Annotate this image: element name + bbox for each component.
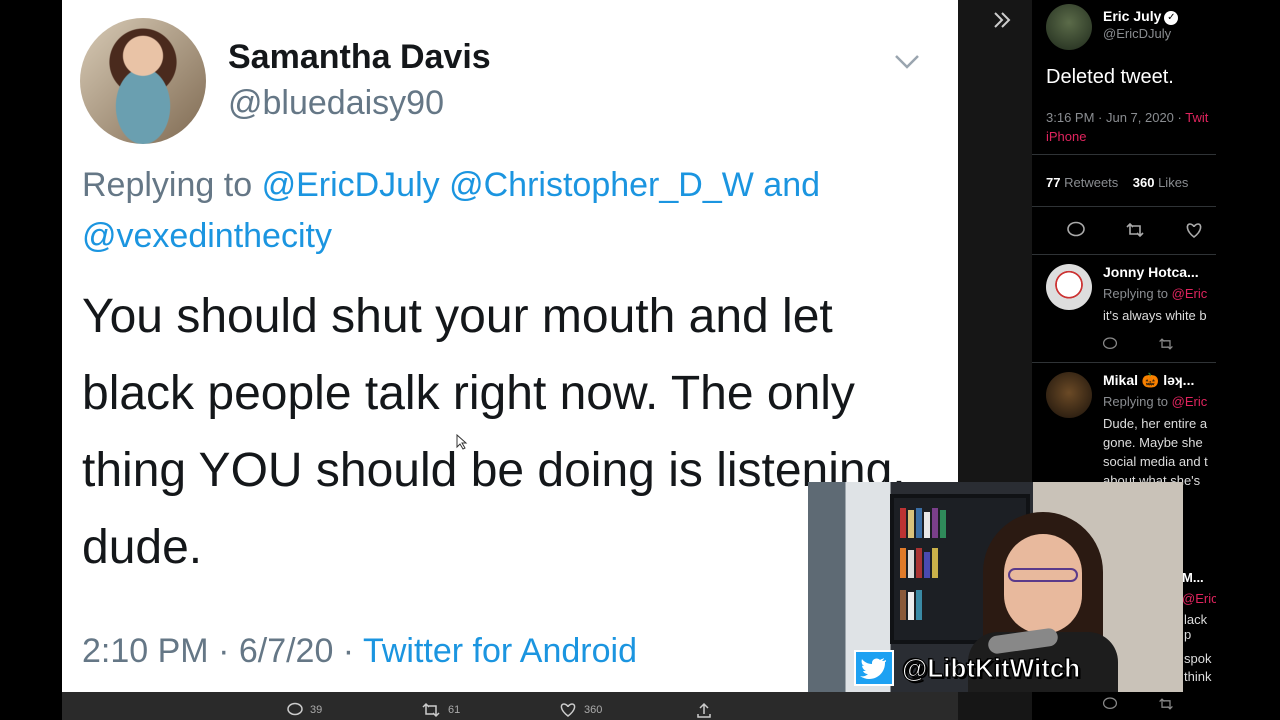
book: [900, 548, 906, 578]
heart-icon[interactable]: [1184, 220, 1204, 240]
mention-link[interactable]: @Christopher_D_W: [449, 166, 754, 204]
book: [932, 508, 938, 538]
mention-link[interactable]: @vexedinthecity: [82, 217, 332, 255]
retweet-icon[interactable]: [1158, 336, 1174, 352]
likes-count[interactable]: 360: [1133, 175, 1155, 190]
book: [908, 592, 914, 620]
tweet-actions: [1032, 220, 1216, 244]
reply-text: it's always white b: [1103, 308, 1207, 323]
book: [900, 508, 906, 538]
likes-label[interactable]: Likes: [1158, 175, 1188, 190]
replying-prefix: Replying to: [82, 166, 253, 204]
book: [932, 548, 938, 578]
like-count: 360: [584, 704, 603, 716]
via-link[interactable]: Twit: [1185, 110, 1208, 125]
reply-icon[interactable]: [1066, 220, 1086, 240]
reply-text-fragment: think: [1184, 669, 1212, 684]
retweet-action[interactable]: 61: [420, 700, 460, 720]
replying-to: Replying to @EricDJuly @Christopher_D_W …: [82, 160, 922, 262]
share-action[interactable]: [696, 700, 712, 720]
divider: [1032, 206, 1216, 207]
tweet-stats: 77 Retweets 360 Likes: [1046, 175, 1188, 190]
avatar[interactable]: [1046, 4, 1092, 50]
mouse-cursor-icon: [456, 434, 468, 450]
double-chevron-right-icon[interactable]: [990, 8, 1014, 32]
retweets-label[interactable]: Retweets: [1064, 175, 1118, 190]
mention-fragment[interactable]: @Eric: [1182, 591, 1216, 606]
glasses: [1008, 568, 1078, 582]
heart-icon: [560, 703, 576, 717]
user-handle[interactable]: @bluedaisy90: [228, 84, 444, 123]
book: [900, 590, 906, 620]
divider: [1032, 254, 1216, 255]
tweet-timestamp: 3:16 PM · Jun 7, 2020 · Twit iPhone: [1046, 108, 1216, 146]
replying-to: Replying to @Eric: [1103, 394, 1207, 409]
mention-link[interactable]: @Eric: [1172, 394, 1208, 409]
book: [916, 508, 922, 538]
user-handle[interactable]: @EricDJuly: [1103, 26, 1171, 41]
book: [924, 552, 930, 578]
retweet-icon[interactable]: [1125, 220, 1145, 240]
reply-text-fragment: lack p: [1184, 612, 1208, 642]
webcam-overlay: @LibtKitWitch: [808, 482, 1183, 692]
book: [908, 510, 914, 538]
reply-actions: [1032, 696, 1216, 720]
display-name[interactable]: Eric July ✓: [1103, 8, 1179, 25]
right-border: [1216, 0, 1280, 720]
reply-icon: [287, 702, 303, 716]
book: [924, 512, 930, 538]
deleted-tweet-text: Deleted tweet.: [1046, 66, 1174, 88]
replying-prefix: Replying to: [1103, 286, 1169, 301]
like-action[interactable]: 360: [558, 700, 602, 720]
reply-actions: [1032, 336, 1216, 360]
share-icon: [697, 702, 711, 718]
retweet-icon[interactable]: [1158, 696, 1174, 712]
display-name[interactable]: Samantha Davis: [228, 38, 491, 77]
reply-text-fragment: spok: [1184, 651, 1212, 666]
streamer-face: [1004, 534, 1082, 634]
device-link[interactable]: iPhone: [1046, 129, 1086, 144]
retweet-icon: [422, 702, 440, 718]
book: [908, 550, 914, 578]
reply-author-fragment[interactable]: M...: [1182, 570, 1204, 585]
display-name-text: Eric July: [1103, 8, 1162, 24]
streamer-handle: @LibtKitWitch: [901, 652, 1081, 683]
retweet-count: 61: [448, 704, 461, 716]
reply-author[interactable]: Jonny Hotca...: [1103, 264, 1199, 280]
mention-link[interactable]: @Eric: [1172, 286, 1208, 301]
twitter-bird-icon: [854, 650, 894, 686]
replying-prefix: Replying to: [1103, 394, 1169, 409]
replying-to: Replying to @Eric: [1103, 286, 1207, 301]
retweets-count[interactable]: 77: [1046, 175, 1060, 190]
reply-icon[interactable]: [1102, 336, 1118, 352]
streamer-brand: @LibtKitWitch: [854, 650, 1081, 686]
divider: [1032, 362, 1216, 363]
reply-count: 39: [310, 704, 323, 716]
mention-link[interactable]: @EricDJuly: [262, 166, 440, 204]
reply-action[interactable]: 39: [286, 700, 322, 720]
verified-check-icon: ✓: [1164, 11, 1179, 25]
chevron-down-icon[interactable]: [892, 46, 922, 76]
book: [916, 548, 922, 578]
avatar[interactable]: [80, 18, 206, 144]
book: [916, 590, 922, 620]
left-border: [0, 0, 62, 720]
tweet-meta: 2:10 PM · 6/7/20 · Twitter for Android: [82, 632, 637, 671]
divider: [1032, 154, 1216, 155]
avatar[interactable]: [1046, 264, 1092, 310]
replying-and: and: [763, 166, 821, 204]
reply-author[interactable]: Mikal 🎃 ləʞ...: [1103, 372, 1194, 389]
reply-text: Dude, her entire a gone. Maybe she socia…: [1103, 416, 1208, 488]
reply-icon[interactable]: [1102, 696, 1118, 712]
tweet-timestamp[interactable]: 2:10 PM · 6/7/20 ·: [82, 632, 354, 670]
avatar[interactable]: [1046, 372, 1092, 418]
book: [940, 510, 946, 538]
bottom-action-bar: [62, 692, 958, 720]
timestamp-text[interactable]: 3:16 PM · Jun 7, 2020 ·: [1046, 110, 1182, 125]
tweet-source-link[interactable]: Twitter for Android: [363, 632, 637, 670]
